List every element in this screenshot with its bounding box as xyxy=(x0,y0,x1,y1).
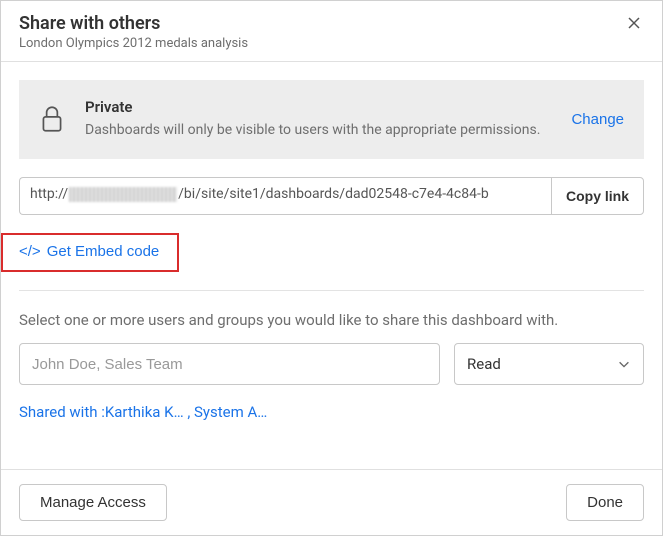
shared-with-names[interactable]: Karthika K… , System A… xyxy=(105,403,267,421)
embed-highlight-box: </> Get Embed code xyxy=(1,233,179,272)
shared-with: Shared with :Karthika K… , System A… xyxy=(19,403,644,421)
close-button[interactable] xyxy=(624,13,644,36)
url-prefix: http:// xyxy=(30,186,68,202)
lock-icon xyxy=(39,104,65,138)
manage-access-button[interactable]: Manage Access xyxy=(19,484,167,521)
share-row: Read xyxy=(19,343,644,385)
share-instruction: Select one or more users and groups you … xyxy=(19,311,644,329)
permission-select[interactable]: Read xyxy=(454,343,644,385)
privacy-card: Private Dashboards will only be visible … xyxy=(19,80,644,159)
embed-label: Get Embed code xyxy=(47,243,160,260)
chevron-down-icon xyxy=(617,357,631,371)
done-button[interactable]: Done xyxy=(566,484,644,521)
url-suffix: /bi/site/site1/dashboards/dad02548-c7e4-… xyxy=(178,186,489,202)
header-text: Share with others London Olympics 2012 m… xyxy=(19,13,248,51)
user-group-input[interactable] xyxy=(19,343,440,385)
share-dialog: Share with others London Olympics 2012 m… xyxy=(0,0,663,536)
divider xyxy=(19,290,644,291)
dialog-subtitle: London Olympics 2012 medals analysis xyxy=(19,36,248,51)
url-redacted xyxy=(69,187,177,202)
dialog-header: Share with others London Olympics 2012 m… xyxy=(1,1,662,62)
privacy-main: Private Dashboards will only be visible … xyxy=(85,98,624,141)
privacy-text: Private Dashboards will only be visible … xyxy=(85,98,559,141)
code-icon: </> xyxy=(19,243,41,260)
dialog-body: Private Dashboards will only be visible … xyxy=(1,62,662,439)
get-embed-code-link[interactable]: </> Get Embed code xyxy=(19,243,159,260)
shared-with-label: Shared with : xyxy=(19,403,105,421)
close-icon xyxy=(626,15,642,31)
privacy-desc: Dashboards will only be visible to users… xyxy=(85,120,559,141)
share-url-field[interactable]: http:// /bi/site/site1/dashboards/dad0254… xyxy=(19,177,551,215)
copy-link-button[interactable]: Copy link xyxy=(551,177,644,215)
dialog-title: Share with others xyxy=(19,13,248,34)
permission-value: Read xyxy=(467,355,501,373)
dialog-footer: Manage Access Done xyxy=(1,469,662,535)
change-privacy-link[interactable]: Change xyxy=(571,98,624,141)
link-row: http:// /bi/site/site1/dashboards/dad0254… xyxy=(19,177,644,215)
privacy-title: Private xyxy=(85,98,559,116)
